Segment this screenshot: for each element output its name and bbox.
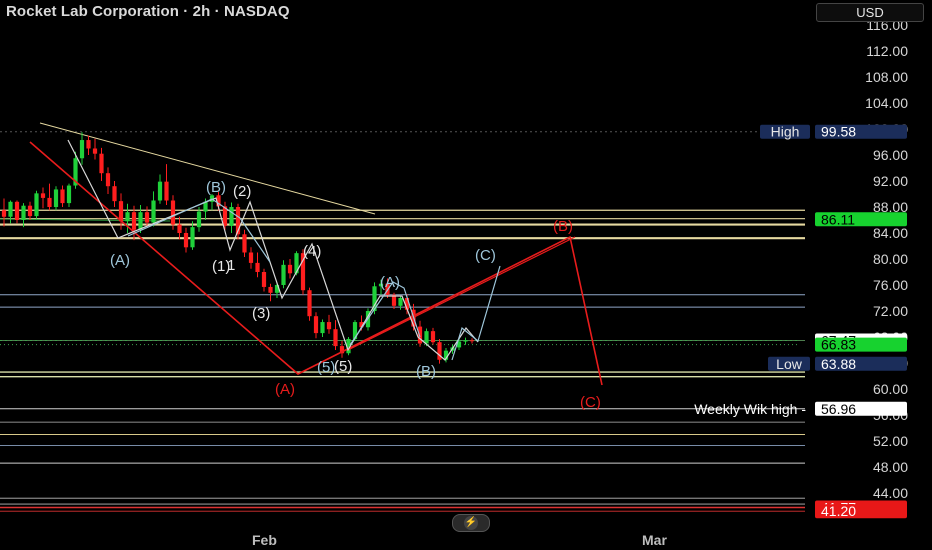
price-tag-label: Low (776, 356, 803, 372)
candle-body (255, 262, 260, 272)
candle-body (281, 264, 286, 285)
price-tick-label: 108.00 (865, 69, 908, 85)
chart-title: Rocket Lab Corporation · 2h · NASDAQ (6, 3, 290, 20)
candle-body (14, 201, 20, 220)
wave-label-white: (1) (212, 258, 230, 275)
candle-body (287, 264, 293, 274)
price-tag-value: 56.96 (821, 401, 856, 417)
candle-body (424, 331, 429, 344)
price-tick-label: 60.00 (873, 381, 908, 397)
price-tick-label: 112.00 (866, 43, 908, 59)
candle-body (248, 252, 254, 263)
candle-body (1, 210, 7, 217)
wave-label-white: (5) (334, 358, 352, 375)
wave-label-blue: (B) (416, 363, 436, 380)
price-tag-value: 99.58 (821, 124, 856, 140)
wave-label-blue: (A) (110, 252, 130, 269)
price-chart[interactable]: (A)(B)(C)(A)(B)(5)(2)1(1)(3)(4)(5)(A)(B)… (0, 0, 932, 550)
candle-body (138, 212, 143, 230)
wave-label-blue: (C) (475, 247, 496, 264)
candle-body (118, 201, 124, 222)
price-tag-value: 66.83 (821, 337, 856, 353)
candle-body (190, 227, 195, 248)
candle-body (144, 212, 150, 223)
candle-body (34, 193, 39, 217)
wave-label-white: (4) (303, 243, 321, 260)
time-axis-label: Feb (252, 532, 277, 548)
candle-body (268, 286, 273, 293)
candle-body (320, 322, 325, 334)
candle-body (27, 205, 33, 217)
price-tick-label: 92.00 (873, 173, 908, 189)
candle-body (92, 148, 98, 154)
price-tag-label: High (771, 124, 800, 140)
price-tick-label: 76.00 (873, 277, 908, 293)
wave-label-blue: (B) (206, 179, 226, 196)
candle-body (430, 331, 436, 343)
price-tag-value: 86.11 (821, 211, 855, 227)
wave-label-red: (A) (275, 381, 295, 398)
candle-body (242, 234, 247, 253)
candle-body (177, 224, 182, 233)
candle-body (398, 298, 403, 306)
candle-body (170, 200, 176, 225)
candle-body (417, 326, 423, 344)
candle-body (164, 181, 169, 201)
candle-body (229, 207, 234, 226)
candle-body (66, 185, 72, 204)
candle-body (469, 340, 475, 342)
chart-background (0, 0, 932, 550)
price-tag-label: Weekly Wik high - (694, 401, 806, 417)
candle-body (60, 189, 65, 204)
candle-body (183, 233, 189, 248)
price-tag-value: 41.20 (821, 503, 856, 519)
price-tick-label: 52.00 (873, 433, 908, 449)
price-tick-label: 96.00 (873, 147, 908, 163)
candle-body (151, 200, 156, 223)
wave-label-red: (B) (553, 218, 573, 235)
price-tick-label: 104.00 (865, 95, 908, 111)
wave-label-blue: (5) (317, 359, 335, 376)
candle-body (326, 322, 332, 330)
time-axis-label: Mar (642, 532, 667, 548)
candle-body (105, 173, 111, 187)
candle-body (261, 272, 267, 287)
price-tick-label: 84.00 (873, 225, 908, 241)
candle-body (307, 290, 312, 317)
currency-button[interactable]: USD (816, 3, 924, 22)
candle-body (40, 193, 46, 198)
replay-button[interactable]: ⚡ (452, 514, 490, 532)
candle-body (99, 153, 104, 174)
wave-label-blue: (A) (380, 274, 400, 291)
price-tick-label: 72.00 (873, 303, 908, 319)
price-tick-label: 48.00 (873, 459, 908, 475)
wave-label-white: (2) (233, 183, 251, 200)
price-tag-value: 63.88 (821, 356, 856, 372)
candle-body (53, 189, 59, 207)
candle-body (8, 201, 13, 217)
candle-body (125, 212, 130, 222)
price-tick-label: 80.00 (873, 251, 908, 267)
candle-body (131, 212, 137, 230)
candle-body (47, 197, 52, 207)
candle-body (313, 316, 319, 334)
candle-body (463, 340, 468, 342)
candle-body (196, 211, 202, 228)
candle-body (333, 329, 338, 347)
candle-body (86, 140, 91, 149)
candle-body (79, 140, 85, 159)
price-tick-label: 44.00 (873, 485, 908, 501)
wave-label-white: (3) (252, 305, 270, 322)
wave-label-red: (C) (580, 394, 601, 411)
lightning-icon: ⚡ (464, 516, 478, 530)
candle-body (21, 205, 26, 220)
candle-body (157, 181, 163, 201)
candle-body (112, 186, 117, 202)
